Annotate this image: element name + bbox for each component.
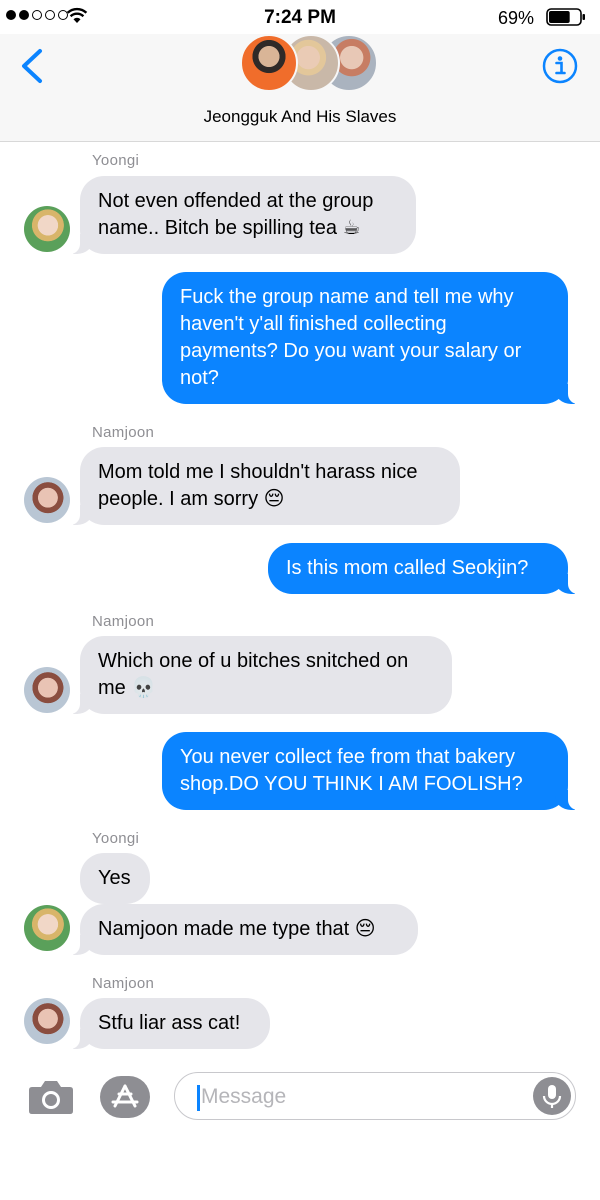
received-message[interactable]: Stfu liar ass cat!	[70, 998, 270, 1049]
battery-percent: 69%	[497, 8, 534, 28]
message-input-bar: Message	[0, 1064, 600, 1130]
text-caret	[197, 1085, 200, 1111]
avatar-yoongi[interactable]	[24, 206, 70, 252]
sent-message[interactable]: You never collect fee from that bakery s…	[162, 732, 578, 810]
message-text: Not even offended at the group name.. Bi…	[98, 190, 374, 239]
avatar-namjoon[interactable]	[24, 477, 70, 523]
received-message[interactable]: Not even offended at the group name.. Bi…	[70, 176, 416, 254]
message-text: Yes	[98, 867, 131, 889]
microphone-icon[interactable]	[533, 1077, 571, 1115]
sender-name: Namjoon	[92, 975, 155, 992]
message-text: Namjoon made me type that 😔	[98, 918, 376, 940]
conversation-header: Jeongguk And His Slaves	[0, 34, 600, 142]
message-text: Which one of u bitches snitched on me 💀	[98, 650, 409, 699]
message-input[interactable]: Message	[174, 1072, 576, 1120]
info-icon[interactable]	[542, 48, 578, 84]
received-message[interactable]: Namjoon made me type that 😔	[70, 904, 418, 955]
sender-name: Yoongi	[92, 830, 140, 847]
status-bar: 7:24 PM 69%	[0, 0, 600, 34]
received-message[interactable]: Mom told me I shouldn't harass nice peop…	[70, 447, 460, 525]
message-text: Stfu liar ass cat!	[98, 1012, 241, 1034]
sent-message[interactable]: Is this mom called Seokjin?	[268, 543, 578, 594]
sender-name: Namjoon	[92, 424, 155, 441]
avatar-namjoon[interactable]	[24, 998, 70, 1044]
chevron-left-icon[interactable]	[18, 48, 46, 84]
received-message[interactable]: Which one of u bitches snitched on me 💀	[70, 636, 452, 714]
sent-message[interactable]: Fuck the group name and tell me why have…	[162, 272, 578, 404]
received-message[interactable]: Yes	[80, 853, 150, 904]
avatar-yoongi[interactable]	[24, 905, 70, 951]
group-avatars[interactable]	[236, 34, 378, 96]
group-name[interactable]: Jeongguk And His Slaves	[0, 107, 600, 127]
group-member-avatar	[240, 34, 298, 92]
message-text: Is this mom called Seokjin?	[286, 557, 529, 579]
sender-name: Namjoon	[92, 613, 155, 630]
avatar-namjoon[interactable]	[24, 667, 70, 713]
app-store-icon[interactable]	[100, 1076, 150, 1118]
message-text: You never collect fee from that bakery s…	[180, 746, 523, 795]
message-text: Mom told me I shouldn't harass nice peop…	[98, 461, 418, 510]
sender-name: Yoongi	[92, 152, 140, 169]
camera-icon[interactable]	[28, 1078, 74, 1116]
battery-icon	[546, 8, 585, 26]
message-text: Fuck the group name and tell me why have…	[180, 286, 522, 389]
message-placeholder: Message	[201, 1085, 287, 1108]
